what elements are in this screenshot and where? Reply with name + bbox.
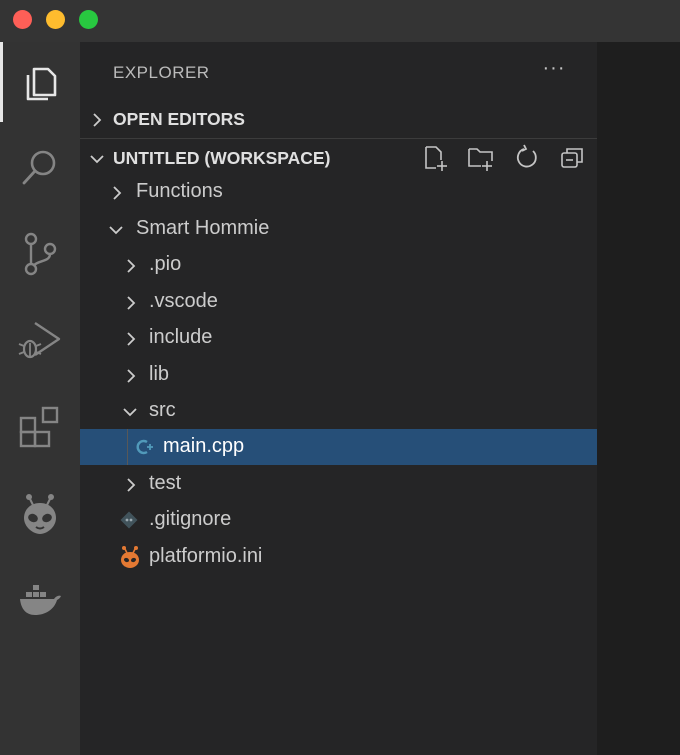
chevron-right-icon (93, 113, 102, 127)
activity-explorer[interactable] (0, 42, 80, 122)
extensions-icon (19, 406, 59, 448)
new-folder-icon[interactable] (467, 144, 495, 172)
title-bar (0, 0, 680, 42)
chevron-down-icon (90, 155, 104, 164)
workspace-label: UNTITLED (WORKSPACE) (113, 148, 331, 168)
activity-bar (0, 42, 80, 755)
close-window-button[interactable] (13, 10, 32, 29)
tree-item-label: src (149, 399, 176, 421)
activity-docker[interactable] (0, 560, 80, 640)
tree-item-gitignore[interactable]: .gitignore (80, 502, 597, 538)
tree-item-pio[interactable]: .pio (80, 247, 597, 283)
zoom-window-button[interactable] (79, 10, 98, 29)
explorer-title: EXPLORER (113, 63, 210, 82)
tree-item-include[interactable]: include (80, 320, 597, 356)
run-debug-icon (18, 322, 61, 359)
tree-item-label: .vscode (149, 290, 218, 312)
activity-extensions[interactable] (0, 387, 80, 467)
tree-item-label: main.cpp (163, 435, 245, 457)
cpp-file-icon (136, 439, 153, 455)
activity-source-control[interactable] (0, 214, 80, 294)
tree-item-label: Smart Hommie (136, 217, 270, 239)
activity-search[interactable] (0, 128, 80, 208)
indent-guide (127, 429, 128, 465)
minimize-window-button[interactable] (46, 10, 65, 29)
chevron-right-icon (127, 296, 136, 310)
chevron-right-icon (113, 186, 122, 200)
tree-item-label: include (149, 326, 213, 348)
tree-item-test[interactable]: test (80, 466, 597, 502)
editor-area (597, 42, 680, 755)
chevron-right-icon (127, 478, 136, 492)
new-file-icon[interactable] (422, 144, 450, 172)
tree-item-vscode[interactable]: .vscode (80, 284, 597, 320)
docker-icon (20, 585, 61, 615)
explorer-sidebar: EXPLORER ··· OPEN EDITORS UNTITLED (WORK… (80, 42, 597, 755)
chevron-right-icon (127, 259, 136, 273)
source-control-icon (24, 232, 57, 276)
collapse-all-icon[interactable] (559, 144, 587, 172)
more-actions-button[interactable]: ··· (540, 58, 568, 82)
tree-item-label: test (149, 472, 182, 494)
section-divider (80, 138, 597, 139)
open-editors-label: OPEN EDITORS (113, 109, 245, 129)
git-file-icon (120, 511, 138, 529)
files-icon (26, 67, 56, 101)
tree-item-label: .pio (149, 253, 182, 275)
activity-run-debug[interactable] (0, 300, 80, 380)
tree-item-lib[interactable]: lib (80, 357, 597, 393)
tree-item-functions[interactable]: Functions (80, 174, 597, 210)
refresh-icon[interactable] (513, 144, 541, 172)
chevron-right-icon (127, 369, 136, 383)
alien-icon (24, 494, 56, 534)
tree-item-main-cpp[interactable]: main.cpp (80, 429, 597, 465)
tree-item-platformio-ini[interactable]: platformio.ini (80, 539, 597, 575)
tree-item-smart-hommie[interactable]: Smart Hommie (80, 211, 597, 247)
open-editors-header[interactable]: OPEN EDITORS (80, 101, 597, 137)
chevron-down-icon (123, 408, 137, 417)
search-icon (22, 150, 56, 185)
chevron-right-icon (127, 332, 136, 346)
platformio-file-icon (121, 546, 139, 568)
tree-item-label: lib (149, 363, 170, 385)
tree-item-label: Functions (136, 180, 223, 202)
chevron-down-icon (109, 226, 123, 235)
activity-platformio[interactable] (0, 474, 80, 554)
tree-item-label: platformio.ini (149, 545, 263, 567)
tree-item-label: .gitignore (149, 508, 232, 530)
tree-item-src[interactable]: src (80, 393, 597, 429)
